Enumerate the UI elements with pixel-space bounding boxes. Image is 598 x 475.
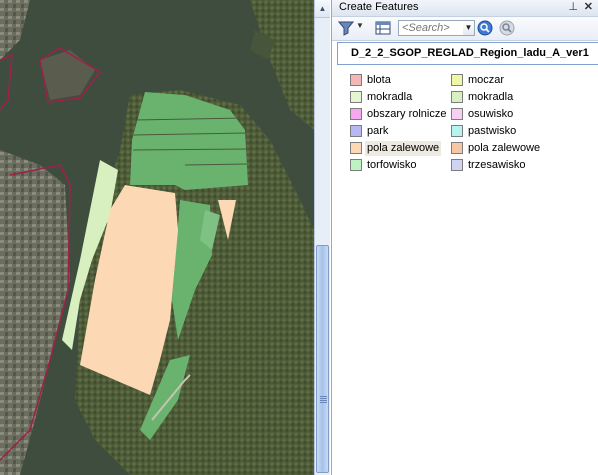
map-vertical-scrollbar[interactable]: ▲	[314, 0, 330, 475]
template-label: mokradla	[367, 91, 413, 103]
layer-header[interactable]: D_2_2_SGOP_REGLAD_Region_ladu_A_ver1	[337, 42, 598, 65]
template-swatch	[350, 125, 362, 137]
aerial-imagery	[0, 0, 314, 475]
template-swatch	[451, 91, 463, 103]
template-swatch	[451, 159, 463, 171]
chevron-down-icon[interactable]: ▼	[356, 21, 364, 30]
pin-icon[interactable]: ⊥	[568, 0, 578, 13]
search-input[interactable]	[398, 20, 470, 36]
scroll-up-arrow-icon[interactable]: ▲	[315, 0, 330, 18]
panel-toolbar: ▼ ▼	[332, 17, 598, 41]
scrollbar-thumb[interactable]	[316, 245, 329, 473]
search-dropdown-chevron-icon[interactable]: ▼	[463, 20, 475, 36]
clear-search-icon[interactable]	[499, 20, 515, 36]
template-label: moczar	[468, 74, 505, 86]
create-features-panel: Create Features ⊥ ✕ ▼ ▼ D_2_2_SGOP_REGLA…	[331, 0, 598, 475]
template-label: pola zalewowe	[468, 142, 541, 154]
manage-templates-icon[interactable]	[375, 20, 391, 36]
template-label: park	[367, 125, 389, 137]
template-swatch	[451, 108, 463, 120]
template-label: pastwisko	[468, 125, 517, 137]
template-swatch	[350, 159, 362, 171]
template-swatch	[451, 142, 463, 154]
layer-name: D_2_2_SGOP_REGLAD_Region_ladu_A_ver1	[351, 47, 589, 59]
template-label: torfowisko	[367, 159, 417, 171]
panel-titlebar: Create Features ⊥ ✕	[332, 0, 598, 17]
template-label: blota	[367, 74, 391, 86]
map-view[interactable]	[0, 0, 314, 475]
template-swatch	[451, 74, 463, 86]
template-swatch	[451, 125, 463, 137]
template-swatch	[350, 108, 362, 120]
filter-organize-icon[interactable]	[338, 20, 354, 36]
template-swatch	[350, 74, 362, 86]
close-icon[interactable]: ✕	[584, 0, 593, 13]
template-label: trzesawisko	[468, 159, 526, 171]
template-label: mokradla	[468, 91, 514, 103]
template-label: obszary rolnicze	[367, 108, 447, 120]
panel-title: Create Features	[339, 1, 419, 13]
template-label: pola zalewowe	[365, 141, 442, 156]
search-icon[interactable]	[477, 20, 493, 36]
template-swatch	[350, 91, 362, 103]
grip-icon	[320, 396, 327, 397]
template-swatch	[350, 142, 362, 154]
template-label: osuwisko	[468, 108, 514, 120]
